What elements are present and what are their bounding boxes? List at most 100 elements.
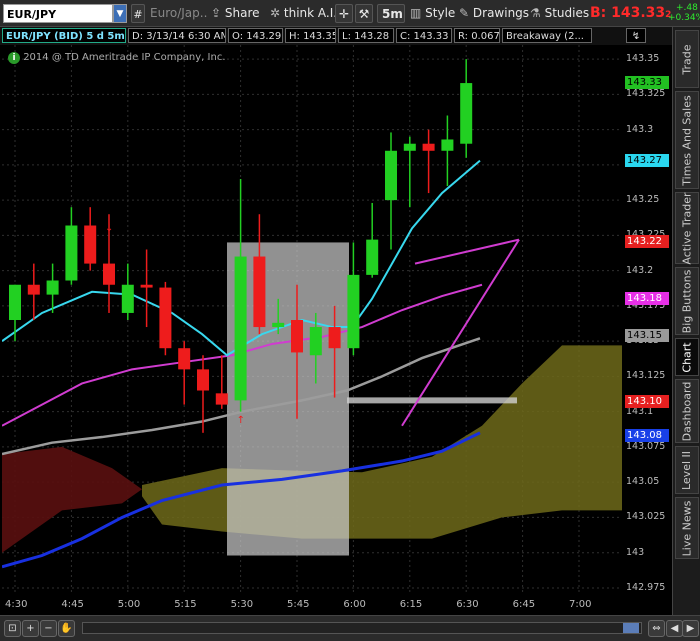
time-axis[interactable]: 4:30 4:45 5:00 5:15 5:30 5:45 6:00 6:15 6:30 6:45… bbox=[0, 595, 622, 615]
candle-body bbox=[347, 274, 360, 349]
candle-body bbox=[366, 239, 379, 275]
share-button[interactable]: ⇪ Share bbox=[211, 4, 260, 23]
bid-price: B: 143.332 bbox=[590, 4, 671, 23]
candle-body bbox=[84, 225, 97, 264]
y-tick-label: 143.125 bbox=[626, 370, 666, 382]
x-tick-label: 6:15 bbox=[399, 599, 423, 610]
tab-label: Dashboard bbox=[680, 381, 694, 441]
interval-button[interactable]: 5m bbox=[377, 4, 405, 23]
scroll-right-icon[interactable]: ▶ bbox=[682, 620, 699, 637]
up-arrow-marker: ↑ bbox=[237, 415, 245, 426]
candle-body bbox=[9, 284, 21, 320]
chart-settings-icon[interactable]: ↯ bbox=[626, 28, 646, 43]
high-label: H: 143.35 bbox=[285, 28, 336, 43]
info-icon: i bbox=[8, 52, 20, 64]
drawings-label: Drawings bbox=[472, 6, 530, 20]
price-badge: 143.33 bbox=[625, 76, 669, 90]
candle-body bbox=[27, 284, 40, 295]
style-button[interactable]: ▥ Style bbox=[410, 4, 455, 23]
side-tabs: Trade Times And Sales Active Trader Big But… bbox=[672, 27, 700, 615]
expand-icon[interactable]: ⇔ bbox=[648, 620, 665, 637]
y-tick-label: 143.325 bbox=[626, 88, 666, 100]
share-label: Share bbox=[224, 6, 260, 20]
tab-label: Live News bbox=[680, 500, 694, 556]
y-tick-label: 143.025 bbox=[626, 511, 666, 523]
tab-live-news[interactable]: Live News bbox=[675, 497, 699, 559]
x-tick-label: 6:30 bbox=[456, 599, 479, 610]
price-badge: 143.27 bbox=[625, 153, 669, 167]
chart-info-row: EUR/JPY (BID) 5 d 5m D: 3/13/14 6:30 AM … bbox=[0, 27, 672, 45]
top-toolbar: EUR/JPY ▼ # Euro/Jap... ⇪ Share ✲ think … bbox=[0, 0, 700, 27]
candle-body bbox=[65, 225, 78, 281]
chart-symbol-label[interactable]: EUR/JPY (BID) 5 d 5m bbox=[2, 28, 126, 43]
tab-label: Active Trader bbox=[680, 191, 694, 265]
range-label: R: 0.067 bbox=[454, 28, 500, 43]
y-tick-label: 143.25 bbox=[626, 194, 660, 206]
drawings-button[interactable]: ✎ Drawings bbox=[459, 4, 529, 23]
y-tick-label: 143.075 bbox=[626, 440, 666, 452]
candle-body bbox=[215, 393, 228, 405]
scroll-left-icon[interactable]: ◀ bbox=[666, 620, 683, 637]
candle-body bbox=[103, 263, 115, 285]
zoom-fit-icon[interactable]: ⊡ bbox=[4, 620, 21, 637]
tab-times-and-sales[interactable]: Times And Sales bbox=[675, 91, 699, 189]
candle-body bbox=[121, 284, 134, 313]
price-badge: 143.15 bbox=[625, 328, 669, 342]
symbol-dropdown-icon[interactable]: ▼ bbox=[113, 4, 127, 23]
pan-hand-icon[interactable]: ✋ bbox=[58, 620, 75, 637]
wrench-icon[interactable]: ⚒ bbox=[355, 4, 373, 23]
candle-body bbox=[328, 327, 341, 349]
x-tick-label: 5:30 bbox=[230, 599, 254, 610]
open-label: O: 143.29 bbox=[228, 28, 283, 43]
tab-label: Times And Sales bbox=[680, 94, 694, 186]
close-label: C: 143.33 bbox=[396, 28, 452, 43]
low-label: L: 143.28 bbox=[338, 28, 394, 43]
tab-label: Chart bbox=[680, 341, 694, 373]
studies-button[interactable]: ⚗ Studies bbox=[530, 4, 589, 23]
y-tick-label: 143.05 bbox=[626, 476, 660, 488]
share-icon: ⇪ bbox=[211, 6, 222, 20]
tab-level-ii[interactable]: Level II bbox=[675, 446, 699, 494]
price-badge: 143.08 bbox=[625, 428, 669, 442]
scrollbar-thumb[interactable] bbox=[623, 623, 639, 633]
zoom-in-icon[interactable]: + bbox=[22, 620, 39, 637]
magenta-trend-line-2 bbox=[414, 238, 520, 265]
y-tick-label: 143.3 bbox=[626, 123, 654, 135]
hash-icon[interactable]: # bbox=[131, 4, 145, 23]
think-ai-button[interactable]: ✲ think A.I. bbox=[270, 4, 337, 23]
bottom-toolbar: ⊡ + − ✋ ⇔ ◀ ▶ bbox=[0, 615, 700, 641]
studies-icon: ⚗ bbox=[530, 6, 541, 20]
price-axis[interactable]: 143.35143.325143.3143.275143.25143.22514… bbox=[622, 45, 672, 595]
candle-body bbox=[178, 348, 191, 370]
think-ai-label: think A.I. bbox=[283, 6, 338, 20]
price-badge: 143.22 bbox=[625, 235, 669, 249]
candle-body bbox=[197, 369, 209, 391]
watermark-text: 2014 @ TD Ameritrade IP Company, Inc. bbox=[23, 52, 226, 63]
candle-body bbox=[309, 327, 322, 356]
down-arrow-marker: ↓ bbox=[105, 223, 113, 234]
y-tick-label: 143.35 bbox=[626, 53, 660, 65]
tab-label: Level II bbox=[680, 450, 694, 490]
style-icon: ▥ bbox=[410, 6, 422, 20]
candle-body bbox=[385, 150, 397, 201]
x-tick-label: 6:45 bbox=[512, 599, 536, 610]
tab-dashboard[interactable]: Dashboard bbox=[675, 379, 699, 443]
ichimoku-cloud-bullish bbox=[142, 345, 622, 539]
time-scrollbar[interactable] bbox=[82, 622, 642, 634]
change-points: +.48 bbox=[676, 3, 698, 13]
tab-trade[interactable]: Trade bbox=[675, 30, 699, 88]
price-badge: 143.18 bbox=[625, 291, 669, 305]
candle-body bbox=[403, 143, 416, 151]
tab-big-buttons[interactable]: Big Buttons bbox=[675, 267, 699, 335]
crosshair-icon[interactable]: ✛ bbox=[335, 4, 353, 23]
copyright-watermark: i 2014 @ TD Ameritrade IP Company, Inc. bbox=[8, 52, 226, 64]
tab-active-trader[interactable]: Active Trader bbox=[675, 192, 699, 264]
x-tick-label: 7:00 bbox=[569, 599, 592, 610]
tab-chart[interactable]: Chart bbox=[675, 338, 699, 376]
candle-body bbox=[291, 320, 303, 353]
price-chart[interactable]: ↓↑ bbox=[2, 45, 622, 595]
x-tick-label: 4:45 bbox=[61, 599, 84, 610]
zoom-out-icon[interactable]: − bbox=[40, 620, 57, 637]
symbol-input[interactable]: EUR/JPY bbox=[3, 4, 113, 23]
studies-label: Studies bbox=[544, 6, 590, 20]
